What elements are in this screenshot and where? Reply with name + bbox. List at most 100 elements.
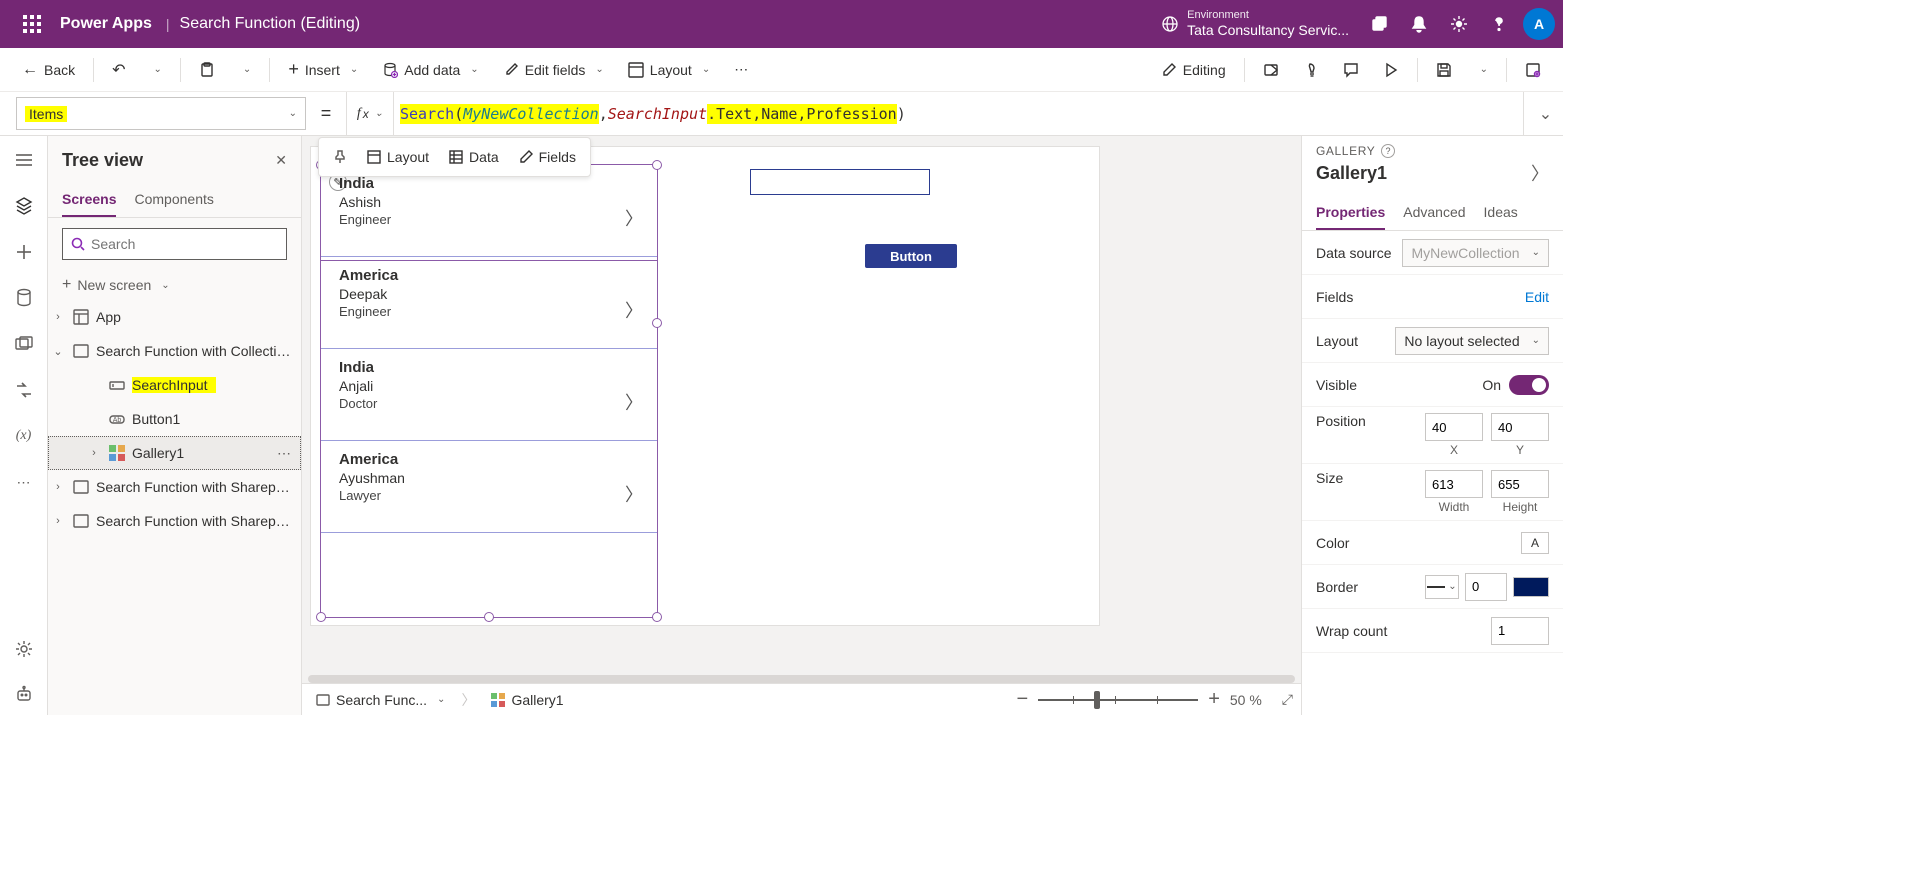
visible-toggle[interactable]	[1509, 375, 1549, 395]
comments-icon[interactable]	[1333, 53, 1369, 87]
chevron-right-icon[interactable]: 〉	[625, 389, 643, 415]
formula-input[interactable]: Search(MyNewCollection, SearchInput.Text…	[394, 92, 1523, 135]
properties-pane: GALLERY? Gallery1 〉 Properties Advanced …	[1301, 136, 1563, 715]
border-color-swatch[interactable]	[1513, 577, 1549, 597]
tree-row[interactable]: ›Search Function with Sharepoint Part 1	[48, 470, 301, 504]
rail-more-icon[interactable]: ⋯	[4, 462, 44, 502]
zoom-in-button[interactable]: +	[1208, 688, 1220, 711]
rail-hamburger-icon[interactable]	[4, 140, 44, 180]
tab-advanced[interactable]: Advanced	[1403, 196, 1465, 230]
tree-row[interactable]: ›Gallery1	[48, 436, 301, 470]
border-width-input[interactable]	[1465, 573, 1507, 601]
selection-toolbar: Layout Data Fields	[318, 137, 591, 177]
property-selector[interactable]: Items⌄	[16, 97, 306, 130]
paste-more-button[interactable]: ⌄	[229, 53, 261, 87]
position-x-input[interactable]	[1425, 413, 1483, 441]
undo-more-button[interactable]: ⌄	[140, 53, 172, 87]
app-launcher-icon[interactable]	[8, 0, 56, 48]
fit-to-screen-icon[interactable]: ⤢	[1282, 691, 1293, 708]
color-swatch[interactable]: A	[1521, 532, 1549, 554]
border-style-select[interactable]: ⌄	[1425, 575, 1459, 599]
fields-edit-link[interactable]: Edit	[1525, 289, 1549, 305]
copy-stack-icon[interactable]	[1359, 4, 1399, 44]
close-icon[interactable]: ✕	[275, 152, 287, 169]
tree-search[interactable]	[62, 228, 287, 260]
zoom-out-button[interactable]: −	[1017, 688, 1029, 711]
size-width-input[interactable]	[1425, 470, 1483, 498]
properties-expand-icon[interactable]: 〉	[1531, 160, 1549, 186]
position-y-input[interactable]	[1491, 413, 1549, 441]
gallery-item[interactable]: IndiaAnjaliDoctor〉	[321, 349, 657, 441]
topbar: Power Apps | Search Function (Editing) E…	[0, 0, 1563, 48]
app-icon	[72, 308, 90, 326]
preview-button[interactable]	[1373, 53, 1409, 87]
search-input[interactable]	[91, 236, 278, 252]
gallery-item[interactable]: IndiaAshishEngineer〉	[321, 165, 657, 257]
editing-mode-button[interactable]: Editing	[1151, 53, 1236, 87]
tab-ideas[interactable]: Ideas	[1484, 196, 1518, 230]
environment-picker[interactable]: Environment Tata Consultancy Servic...	[1161, 9, 1359, 39]
avatar[interactable]: A	[1523, 8, 1555, 40]
help-icon[interactable]	[1479, 4, 1519, 44]
mini-fields-button[interactable]: Fields	[511, 142, 584, 172]
layout-select[interactable]: No layout selected⌄	[1395, 327, 1549, 355]
datasource-select[interactable]: MyNewCollection⌄	[1402, 239, 1549, 267]
rail-settings-icon[interactable]	[4, 629, 44, 669]
app-name: Power Apps	[56, 15, 156, 33]
rail-tree-view-icon[interactable]	[4, 186, 44, 226]
rail-flows-icon[interactable]	[4, 370, 44, 410]
mini-data-button[interactable]: Data	[441, 142, 507, 172]
rail-insert-icon[interactable]	[4, 232, 44, 272]
share-button[interactable]	[1253, 53, 1289, 87]
gallery-item[interactable]: AmericaAyushmanLawyer〉	[321, 441, 657, 533]
tree-row[interactable]: ⌄Search Function with Collection	[48, 334, 301, 368]
save-more-button[interactable]: ⌄	[1466, 53, 1498, 87]
settings-icon[interactable]	[1439, 4, 1479, 44]
chevron-right-icon[interactable]: 〉	[625, 297, 643, 323]
tree-row[interactable]: AbButton1	[48, 402, 301, 436]
rail-media-icon[interactable]	[4, 324, 44, 364]
undo-button[interactable]: ↶	[102, 53, 135, 87]
new-screen-button[interactable]: +New screen⌄	[48, 270, 301, 300]
tree-row[interactable]: ›App	[48, 300, 301, 334]
more-commands-button[interactable]: ⋯	[724, 53, 758, 87]
canvas-button1[interactable]: Button	[865, 244, 957, 268]
back-button[interactable]: ←Back	[12, 53, 85, 87]
button-icon: Ab	[108, 410, 126, 428]
save-button[interactable]	[1426, 53, 1462, 87]
breadcrumb-gallery[interactable]: Gallery1	[485, 692, 569, 708]
add-data-button[interactable]: Add data⌄	[372, 53, 488, 87]
rail-data-icon[interactable]	[4, 278, 44, 318]
fx-label[interactable]: fx⌄	[346, 92, 394, 135]
horizontal-scrollbar[interactable]	[308, 675, 1295, 683]
tree-row[interactable]: SearchInput	[48, 368, 301, 402]
insert-button[interactable]: +Insert⌄	[278, 53, 368, 87]
layout-button[interactable]: Layout⌄	[618, 53, 720, 87]
chevron-right-icon[interactable]: 〉	[625, 205, 643, 231]
size-height-input[interactable]	[1491, 470, 1549, 498]
chevron-right-icon[interactable]: 〉	[625, 481, 643, 507]
rail-virtual-agent-icon[interactable]	[4, 675, 44, 715]
pin-icon[interactable]	[325, 142, 355, 172]
app-checker-icon[interactable]	[1293, 53, 1329, 87]
gallery-item[interactable]: AmericaDeepakEngineer〉	[321, 257, 657, 349]
wrap-count-input[interactable]	[1491, 617, 1549, 645]
edit-fields-button[interactable]: Edit fields⌄	[493, 53, 614, 87]
tab-screens[interactable]: Screens	[62, 183, 116, 217]
zoom-slider[interactable]	[1038, 699, 1198, 701]
input-icon	[108, 376, 126, 394]
mini-layout-button[interactable]: Layout	[359, 142, 437, 172]
breadcrumb-screen[interactable]: Search Func...⌄	[310, 692, 451, 708]
notifications-icon[interactable]	[1399, 4, 1439, 44]
rail-variables-icon[interactable]: (x)	[4, 416, 44, 456]
paste-button[interactable]	[189, 53, 225, 87]
help-tip-icon[interactable]: ?	[1381, 144, 1395, 158]
formula-expand-button[interactable]: ⌄	[1523, 92, 1563, 135]
tab-components[interactable]: Components	[134, 183, 213, 217]
gallery-icon	[108, 444, 126, 462]
canvas-searchinput[interactable]	[750, 169, 930, 195]
publish-button[interactable]	[1515, 53, 1551, 87]
tree-row[interactable]: ›Search Function with Sharepoint Part 2	[48, 504, 301, 538]
tab-properties[interactable]: Properties	[1316, 196, 1385, 230]
canvas-stage[interactable]: Layout Data Fields ✎ IndiaAshishEngineer…	[310, 146, 1100, 626]
